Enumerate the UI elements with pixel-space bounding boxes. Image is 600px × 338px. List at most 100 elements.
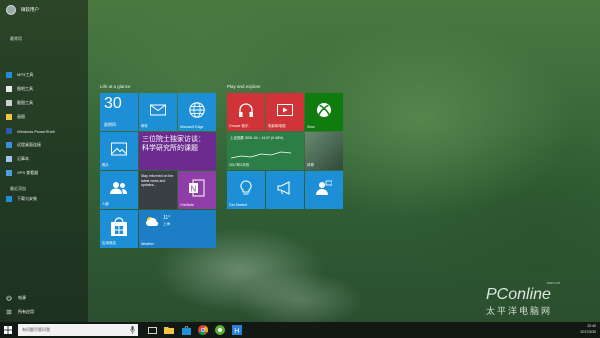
lightbulb-icon bbox=[240, 180, 252, 195]
powershell-icon bbox=[6, 128, 12, 134]
tile-weather[interactable]: 11° 上海 Weather bbox=[139, 210, 216, 248]
avatar bbox=[6, 5, 16, 15]
notepad-icon bbox=[6, 156, 12, 162]
onenote-icon: N bbox=[189, 179, 205, 197]
calendar-day: 星期四 bbox=[104, 122, 116, 127]
weather-location: 上海 bbox=[163, 222, 170, 226]
app-label: Windows PowerShell bbox=[17, 128, 55, 134]
money-text: 上证指数 3051.04 ↑ 14.57 (0.48%) bbox=[230, 136, 284, 140]
weather-temperature: 11° bbox=[163, 215, 171, 221]
system-clock[interactable]: 22:40 2017/3/30 bbox=[580, 323, 596, 335]
user-name: 微软用户 bbox=[21, 7, 39, 12]
app-item-remote-desktop[interactable]: 远程桌面连接 bbox=[6, 142, 41, 148]
globe-icon bbox=[189, 102, 205, 118]
tile-feedback[interactable] bbox=[266, 171, 304, 209]
taskbar-chrome[interactable] bbox=[197, 324, 209, 336]
video-icon bbox=[277, 104, 293, 117]
tile-label: Groove 音乐 bbox=[229, 124, 249, 128]
tile-photos[interactable]: 照片 bbox=[100, 132, 138, 170]
taskbar-app-green[interactable] bbox=[214, 324, 226, 336]
chrome-icon bbox=[198, 325, 208, 335]
tile-people[interactable]: 人脉 bbox=[100, 171, 138, 209]
section-recent: 最近添加 bbox=[10, 186, 26, 191]
chart-line-icon bbox=[231, 151, 291, 159]
app-item-tuba[interactable]: 图吧工具 bbox=[6, 86, 33, 92]
app-icon bbox=[6, 86, 12, 92]
tile-xbox[interactable]: Xbox bbox=[305, 93, 343, 131]
mail-icon bbox=[150, 104, 166, 116]
power-icon bbox=[6, 295, 12, 301]
app-item-powershell[interactable]: Windows PowerShell bbox=[6, 128, 55, 134]
taskbar-file-explorer[interactable] bbox=[163, 324, 175, 336]
tile-music[interactable]: Groove 音乐 bbox=[227, 93, 265, 131]
app-label: 图吧工具 bbox=[17, 86, 33, 91]
app-label: 记事本 bbox=[17, 156, 29, 161]
news-headline: 三位院士独家访谈： 科学研究所的课题 bbox=[142, 135, 205, 153]
windows-logo-icon bbox=[4, 326, 12, 334]
tile-label: Get Started bbox=[229, 203, 247, 207]
tile-label: 应用商店 bbox=[102, 241, 116, 245]
tile-edge[interactable]: Microsoft Edge bbox=[178, 93, 216, 131]
tile-label: OneNote bbox=[180, 203, 195, 207]
app-label: 截图工具 bbox=[17, 100, 33, 105]
tile-get-started[interactable]: Get Started bbox=[227, 171, 265, 209]
all-apps-button[interactable]: 所有应用 bbox=[6, 309, 34, 315]
taskbar-app-blue[interactable]: H bbox=[231, 324, 243, 336]
xps-icon bbox=[6, 170, 12, 176]
app-item-xps[interactable]: XPS 查看器 bbox=[6, 170, 38, 176]
power-button[interactable]: 电源 bbox=[6, 295, 26, 301]
cloud-sun-icon bbox=[146, 217, 159, 226]
group-title-play: Play and explore bbox=[227, 84, 261, 89]
watermark-domain: .com.cn bbox=[546, 280, 561, 285]
calendar-date: 30 bbox=[104, 95, 122, 112]
tile-news[interactable]: 三位院士独家访谈： 科学研究所的课题 bbox=[139, 132, 216, 170]
tile-label: 体育 bbox=[307, 163, 314, 167]
store-icon bbox=[181, 325, 191, 335]
app-label: 远程桌面连接 bbox=[17, 142, 41, 147]
tile-label: Xbox bbox=[307, 125, 315, 129]
news-line-2: 科学研究所的课题 bbox=[142, 145, 198, 152]
tile-video[interactable]: 电影和电视 bbox=[266, 93, 304, 131]
tile-label: 2017年2月份 bbox=[229, 163, 250, 167]
tile-live-info[interactable]: Stay informed on the latest news and upd… bbox=[139, 171, 177, 209]
watermark-brand: PConline bbox=[486, 286, 551, 303]
remote-desktop-icon bbox=[6, 142, 12, 148]
app-icon: H bbox=[232, 325, 242, 335]
search-input[interactable]: 有问题尽管问我 bbox=[18, 324, 138, 336]
all-apps-label: 所有应用 bbox=[18, 309, 34, 314]
tile-money[interactable]: 上证指数 3051.04 ↑ 14.57 (0.48%) 2017年2月份 bbox=[227, 132, 304, 170]
svg-text:H: H bbox=[234, 328, 239, 335]
power-label: 电源 bbox=[18, 295, 26, 300]
section-most-used: 最常用 bbox=[10, 36, 22, 41]
tile-sports[interactable]: 体育 bbox=[305, 132, 343, 170]
taskbar: 有问题尽管问我 H 22:40 2017/3/30 bbox=[0, 322, 600, 338]
task-view-button[interactable] bbox=[146, 324, 158, 336]
xbox-icon bbox=[317, 103, 331, 118]
app-item-snipping[interactable]: 截图工具 bbox=[6, 100, 33, 106]
app-item-recent[interactable]: 下载与安装 bbox=[6, 196, 37, 202]
folder-icon bbox=[164, 327, 174, 334]
app-item-mp3[interactable]: MP3工具 bbox=[6, 72, 33, 78]
start-button[interactable] bbox=[0, 322, 16, 338]
app-label: 下载与安装 bbox=[17, 196, 37, 201]
microphone-icon[interactable] bbox=[130, 326, 135, 334]
store-icon bbox=[111, 217, 127, 237]
news-line-1: 三位院士独家访谈： bbox=[142, 136, 205, 143]
photo-icon bbox=[111, 142, 127, 156]
list-icon bbox=[6, 309, 12, 315]
app-item-paint[interactable]: 画图 bbox=[6, 114, 25, 120]
app-item-notepad[interactable]: 记事本 bbox=[6, 156, 29, 162]
app-label: MP3工具 bbox=[17, 72, 34, 77]
app-icon bbox=[6, 72, 12, 78]
app-label: XPS 查看器 bbox=[17, 170, 39, 175]
tile-onenote[interactable]: N OneNote bbox=[178, 171, 216, 209]
tile-calendar[interactable]: 30 星期四 bbox=[100, 93, 138, 131]
megaphone-icon bbox=[277, 181, 290, 195]
tile-store[interactable]: 应用商店 bbox=[100, 210, 138, 248]
user-account[interactable]: 微软用户 bbox=[6, 5, 39, 15]
start-menu-left-pane: 微软用户 最常用 MP3工具 图吧工具 截图工具 画图 Windows Powe… bbox=[0, 0, 88, 322]
tile-mail[interactable]: 邮件 bbox=[139, 93, 177, 131]
taskbar-store[interactable] bbox=[180, 324, 192, 336]
tile-contact-support[interactable] bbox=[305, 171, 343, 209]
person-chat-icon bbox=[316, 180, 332, 196]
